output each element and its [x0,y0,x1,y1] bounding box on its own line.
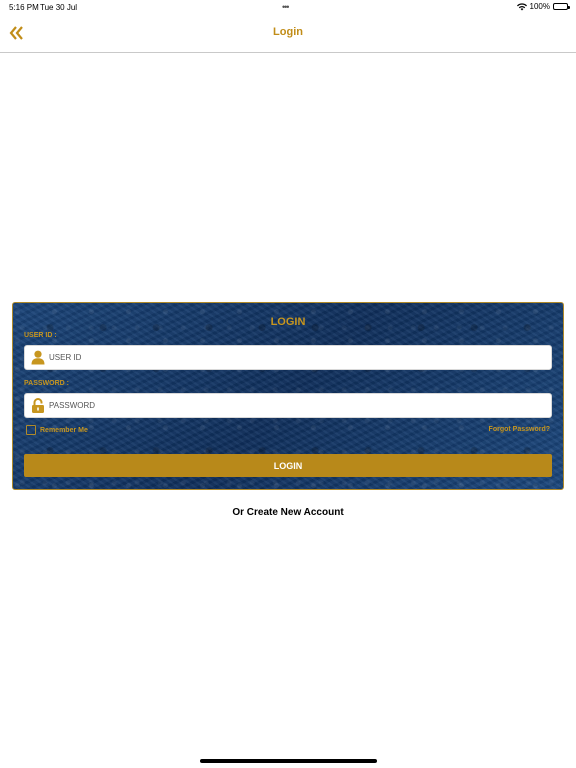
login-card: LOGIN USER ID : PASSWORD : Remember Me F… [12,302,564,490]
page-title: Login [273,26,303,38]
home-indicator[interactable] [200,759,377,763]
battery-icon [553,3,570,10]
user-icon [31,350,45,365]
password-field[interactable] [24,393,552,418]
password-label: PASSWORD : [24,380,69,387]
login-button[interactable]: LOGIN [24,454,552,477]
user-id-label: USER ID : [24,332,57,339]
multitasking-dots-icon[interactable]: ••• [282,2,290,12]
remember-me-toggle[interactable]: Remember Me [26,425,88,435]
user-id-field[interactable] [24,345,552,370]
status-bar: 5:16 PM Tue 30 Jul ••• 100% [0,0,576,14]
status-right: 100% [516,2,570,11]
status-time: 5:16 PM [9,3,39,12]
user-id-input[interactable] [47,346,547,369]
remember-me-checkbox[interactable] [26,425,36,435]
forgot-password-link[interactable]: Forgot Password? [489,426,550,433]
login-card-title: LOGIN [270,316,306,328]
lock-icon [32,398,44,413]
navigation-bar: Login [0,14,576,53]
wifi-icon [516,2,527,10]
battery-percent: 100% [529,2,550,11]
status-date: Tue 30 Jul [40,3,78,12]
password-input[interactable] [47,394,547,417]
create-account-link[interactable]: Or Create New Account [0,507,576,518]
remember-me-label: Remember Me [40,426,88,434]
